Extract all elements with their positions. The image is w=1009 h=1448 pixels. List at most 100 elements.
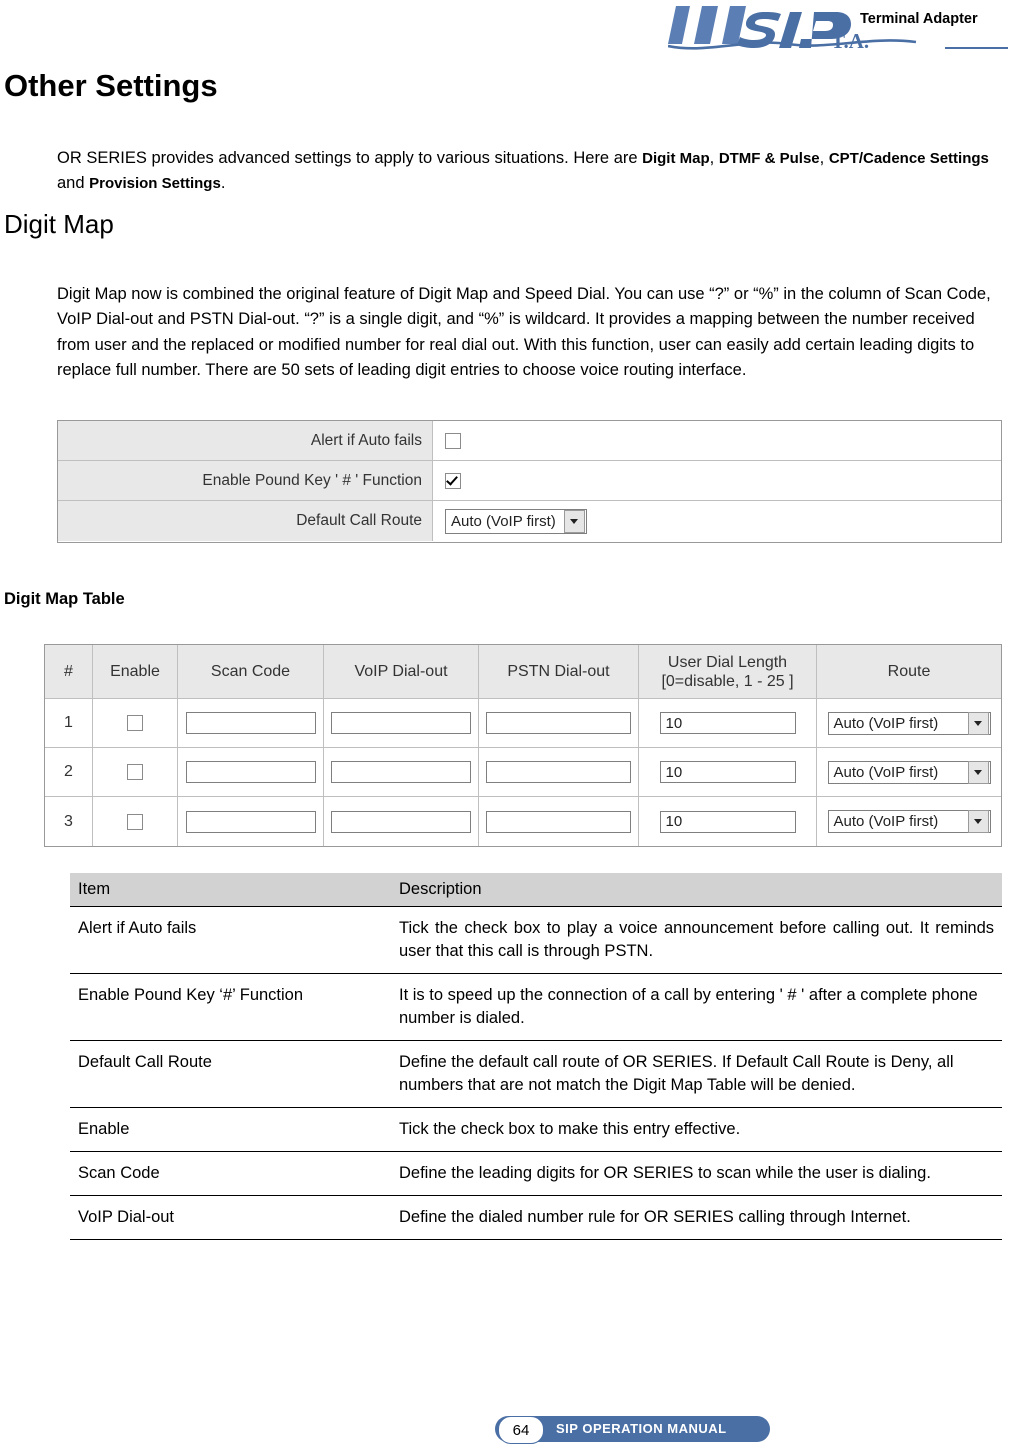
description-text: Tick the check box to make this entry ef… (391, 1107, 1002, 1152)
table-row: 2 10 Auto (VoIP first) (45, 748, 1001, 797)
alert-if-auto-fails-value (433, 421, 1001, 460)
settings-panel: Alert if Auto fails Enable Pound Key ' #… (57, 420, 1002, 543)
route-select[interactable]: Auto (VoIP first) (827, 810, 991, 833)
header-route: Route (887, 663, 931, 680)
pstn-dial-out-input[interactable] (486, 810, 631, 833)
scan-code-input[interactable] (185, 712, 316, 734)
sip-logo: T.A. Terminal Adapter (668, 2, 1008, 52)
row-enable-checkbox[interactable] (127, 813, 143, 830)
row-scan-code-cell (178, 797, 324, 846)
intro-text-2: , (709, 148, 719, 167)
table-row: Enable Pound Key ‘#’ Function It is to s… (70, 973, 1002, 1041)
description-header-description: Description (391, 873, 1002, 907)
row-number: 1 (45, 699, 93, 747)
row-user-dial-length-cell: 10 (639, 699, 817, 747)
settings-row-enable-pound-key: Enable Pound Key ' # ' Function (58, 461, 1001, 501)
settings-row-alert-if-auto-fails: Alert if Auto fails (58, 421, 1001, 461)
route-select[interactable]: Auto (VoIP first) (827, 760, 991, 784)
row-user-dial-length-cell: 10 (639, 797, 817, 846)
description-header-item: Item (70, 873, 391, 907)
row-scan-code-cell (178, 748, 324, 796)
voip-dial-out-input[interactable] (331, 761, 471, 783)
scan-code-input[interactable] (185, 810, 316, 833)
intro-paragraph: OR SERIES provides advanced settings to … (57, 146, 1005, 196)
enable-pound-key-label: Enable Pound Key ' # ' Function (58, 461, 433, 500)
intro-text-4: and (57, 173, 90, 192)
row-number: 2 (45, 748, 93, 796)
row-voip-dial-out-cell (324, 797, 479, 846)
description-item: Enable Pound Key ‘#’ Function (70, 973, 391, 1041)
document-page: T.A. Terminal Adapter Other Settings OR … (0, 0, 1009, 1448)
row-number: 3 (45, 797, 93, 846)
header-user-dial-length-line1: User Dial Length (667, 653, 788, 671)
default-call-route-select[interactable]: Auto (VoIP first) (445, 508, 587, 534)
intro-text-5: . (220, 173, 226, 192)
enable-pound-key-checkbox[interactable] (445, 472, 461, 489)
row-route-cell: Auto (VoIP first) (817, 699, 1001, 747)
description-item: Enable (70, 1107, 391, 1152)
row-enable-checkbox[interactable] (127, 764, 143, 780)
row-enable-cell (93, 748, 178, 796)
description-text: Tick the check box to play a voice annou… (391, 906, 1002, 974)
route-selected-value: Auto (VoIP first) (833, 763, 939, 781)
sip-logo-svg: T.A. (668, 6, 917, 52)
intro-bold-provision: Provision Settings (89, 174, 221, 192)
description-item: Default Call Route (70, 1040, 391, 1108)
header-user-dial-length: User Dial Length [0=disable, 1 - 25 ] (639, 645, 817, 698)
row-enable-cell (93, 797, 178, 846)
user-dial-length-input[interactable]: 10 (659, 712, 796, 734)
header-user-dial-length-line2: [0=disable, 1 - 25 ] (661, 672, 794, 690)
user-dial-length-input[interactable]: 10 (659, 761, 796, 783)
pstn-dial-out-input[interactable] (486, 712, 631, 734)
description-text: It is to speed up the connection of a ca… (391, 973, 1002, 1041)
chevron-down-icon[interactable] (563, 509, 585, 533)
intro-bold-dtmf-pulse: DTMF & Pulse (718, 149, 820, 167)
header-voip-dial-out: VoIP Dial-out (324, 645, 479, 698)
intro-bold-cpt: CPT/Cadence Settings (828, 149, 989, 167)
page-footer: 64 SIP OPERATION MANUAL (0, 1408, 1009, 1448)
row-pstn-dial-out-cell (479, 797, 639, 846)
alert-if-auto-fails-label: Alert if Auto fails (58, 421, 433, 460)
footer-manual-label: SIP OPERATION MANUAL (556, 1421, 727, 1436)
header-number: # (45, 645, 93, 698)
default-call-route-value: Auto (VoIP first) (433, 501, 1001, 541)
alert-if-auto-fails-checkbox[interactable] (445, 432, 461, 449)
default-call-route-selected-value: Auto (VoIP first) (451, 512, 556, 530)
route-select[interactable]: Auto (VoIP first) (827, 711, 991, 735)
scan-code-input[interactable] (185, 761, 316, 783)
header-divider (945, 47, 1008, 49)
digit-map-table: # Enable Scan Code VoIP Dial-out PSTN Di… (44, 644, 1002, 847)
chevron-down-icon[interactable] (967, 810, 989, 833)
settings-row-default-call-route: Default Call Route Auto (VoIP first) (58, 501, 1001, 541)
row-enable-cell (93, 699, 178, 747)
voip-dial-out-input[interactable] (331, 810, 471, 833)
description-table: Item Description Alert if Auto fails Tic… (70, 873, 1002, 1240)
row-scan-code-cell (178, 699, 324, 747)
route-selected-value: Auto (VoIP first) (833, 714, 939, 732)
row-enable-checkbox[interactable] (127, 715, 143, 731)
table-row: Alert if Auto fails Tick the check box t… (70, 906, 1002, 974)
route-selected-value: Auto (VoIP first) (833, 813, 939, 830)
voip-dial-out-input[interactable] (331, 712, 471, 734)
table-row: 1 10 Auto (VoIP first) (45, 699, 1001, 748)
row-voip-dial-out-cell (324, 748, 479, 796)
description-text: Define the leading digits for OR SERIES … (391, 1151, 1002, 1196)
pstn-dial-out-input[interactable] (486, 761, 631, 783)
row-user-dial-length-cell: 10 (639, 748, 817, 796)
svg-text:T.A.: T.A. (831, 29, 869, 52)
digit-map-table-header: # Enable Scan Code VoIP Dial-out PSTN Di… (45, 645, 1001, 699)
description-table-header-row: Item Description (70, 873, 1002, 907)
table-row: 3 10 Auto (VoIP first) (45, 797, 1001, 846)
user-dial-length-input[interactable]: 10 (659, 810, 796, 833)
header-pstn-dial-out: PSTN Dial-out (479, 645, 639, 698)
description-text: Define the default call route of OR SERI… (391, 1040, 1002, 1108)
row-voip-dial-out-cell (324, 699, 479, 747)
chevron-down-icon[interactable] (967, 711, 989, 735)
default-call-route-label: Default Call Route (58, 501, 433, 541)
header-enable: Enable (93, 645, 178, 698)
table-row: Enable Tick the check box to make this e… (70, 1107, 1002, 1152)
chevron-down-icon[interactable] (967, 760, 989, 784)
row-pstn-dial-out-cell (479, 699, 639, 747)
description-item: Scan Code (70, 1151, 391, 1196)
digit-map-table-title: Digit Map Table (4, 590, 125, 608)
